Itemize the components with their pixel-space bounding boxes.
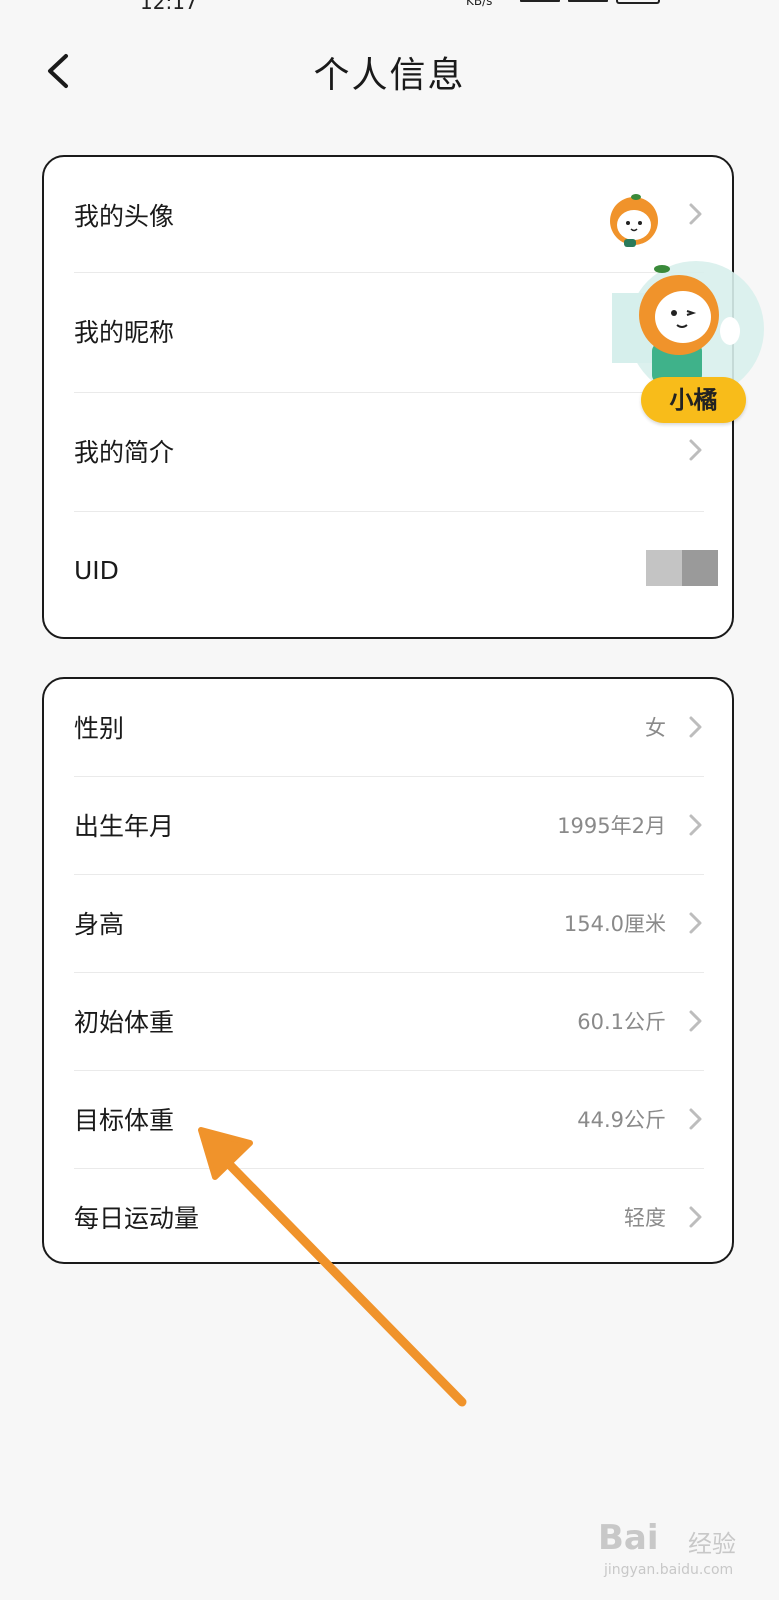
annotation-arrow (198, 1127, 467, 1407)
watermark-brand-cn: 经验 (688, 1530, 736, 1558)
watermark-brand: Bai (598, 1518, 659, 1558)
watermark-url: jingyan.baidu.com (604, 1562, 734, 1578)
